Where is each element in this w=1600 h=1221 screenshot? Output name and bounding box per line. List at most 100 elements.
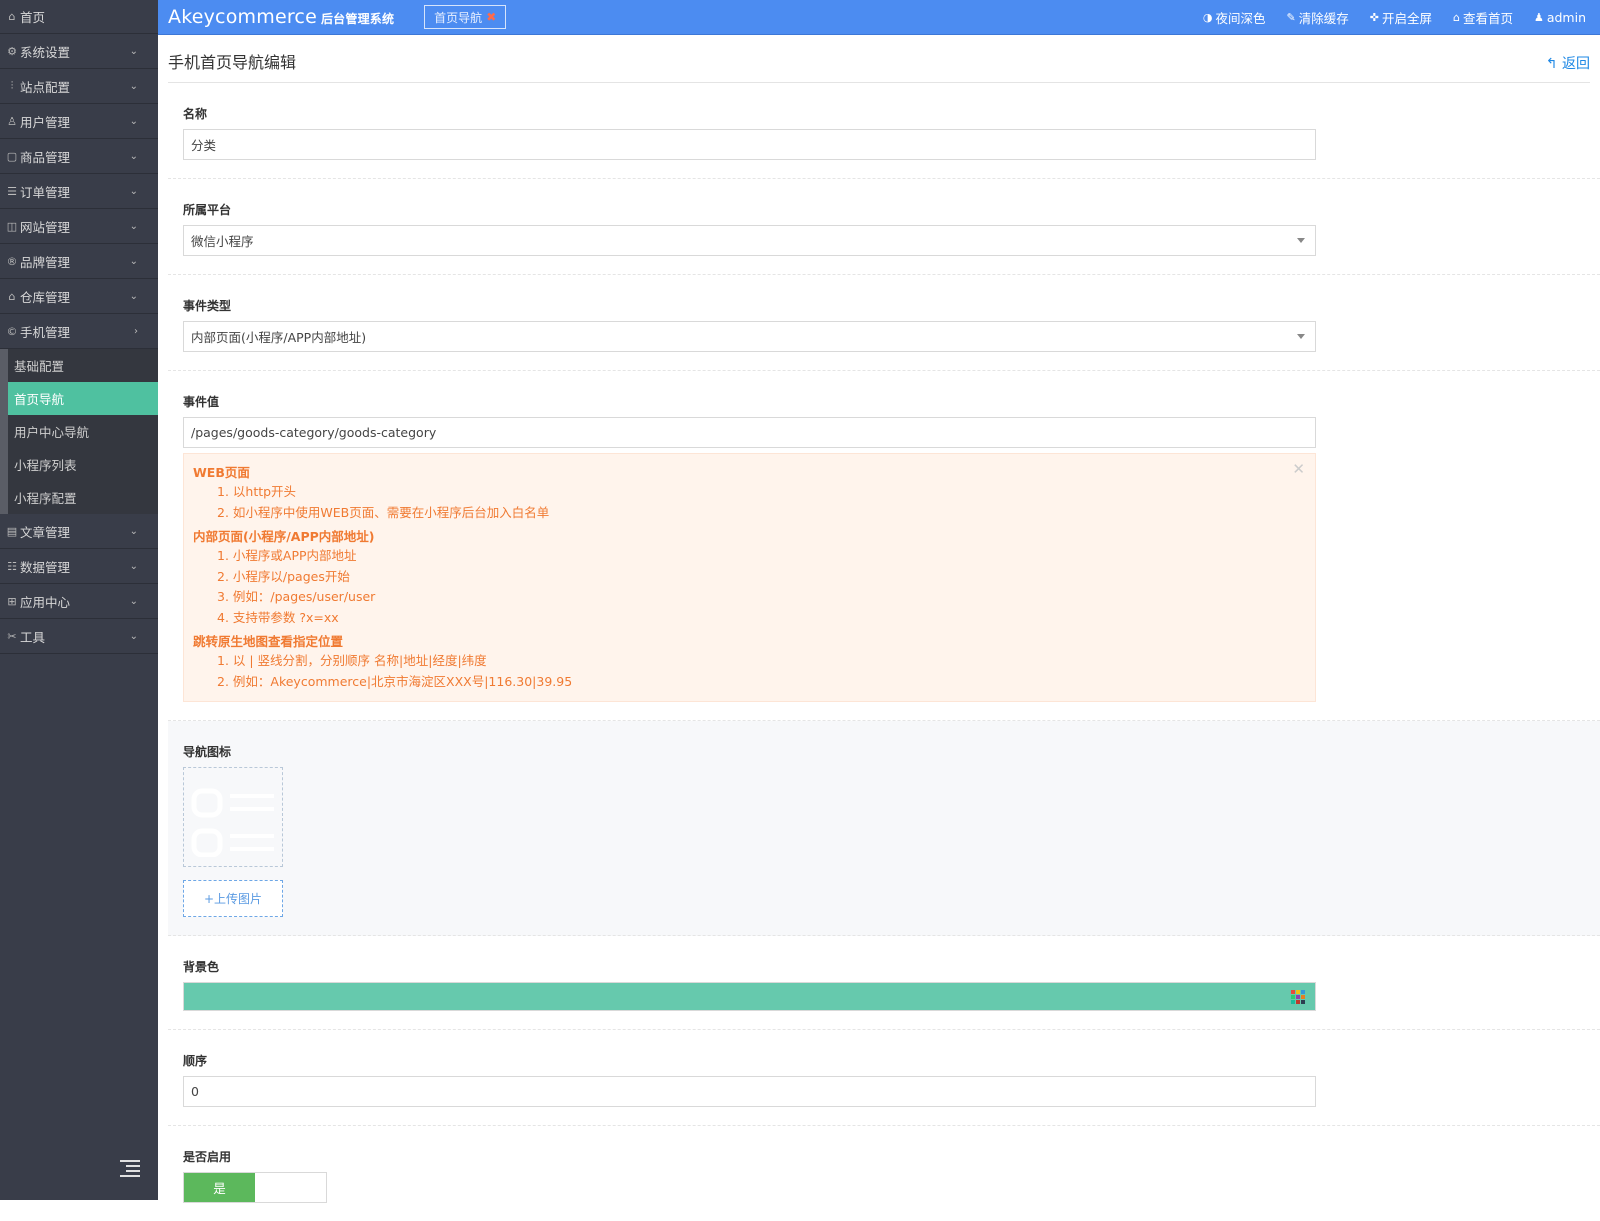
tab-home-nav[interactable]: 首页导航 ✖ xyxy=(424,5,507,29)
sidebar-item-articles[interactable]: ▤ 文章管理 ⌄ xyxy=(0,514,158,549)
submenu-item-user-center-nav[interactable]: 用户中心导航 xyxy=(8,415,158,448)
chevron-down-icon: ⌄ xyxy=(129,45,138,57)
article-icon: ▤ xyxy=(6,524,18,538)
sort-label: 顺序 xyxy=(183,1054,208,1068)
form-row-enabled: 是否启用 是 xyxy=(168,1126,1600,1221)
submenu-item-basic-config[interactable]: 基础配置 xyxy=(8,349,158,382)
nav-icon-preview xyxy=(183,767,283,867)
expand-icon: ✜ xyxy=(1369,10,1379,24)
chevron-down-icon: ⌄ xyxy=(129,595,138,607)
sidebar-item-system-settings[interactable]: ⚙ 系统设置 ⌄ xyxy=(0,34,158,69)
platform-select[interactable]: 微信小程序 xyxy=(183,225,1316,256)
sidebar-item-apps[interactable]: ⊞ 应用中心 ⌄ xyxy=(0,584,158,619)
tip-line: 3. 例如：/pages/user/user xyxy=(217,589,376,604)
user-menu[interactable]: ♟ admin xyxy=(1534,10,1586,25)
tip-web-title: WEB页面 xyxy=(193,465,250,480)
fullscreen-button[interactable]: ✜ 开启全屏 xyxy=(1370,8,1432,27)
chevron-down-icon: ⌄ xyxy=(129,255,138,267)
form-row-sort: 顺序 0 xyxy=(168,1030,1600,1126)
clear-cache-button[interactable]: ✎ 清除缓存 xyxy=(1286,8,1348,27)
collapse-sidebar-icon[interactable] xyxy=(120,1160,140,1177)
event-type-label: 事件类型 xyxy=(183,299,232,313)
submenu-item-home-nav[interactable]: 首页导航 xyxy=(8,382,158,415)
chevron-right-icon: › xyxy=(134,325,138,337)
sidebar-item-tools[interactable]: ✂ 工具 ⌄ xyxy=(0,619,158,654)
sidebar-item-mobile[interactable]: © 手机管理 › xyxy=(0,314,158,349)
sidebar-item-label: 仓库管理 xyxy=(20,289,71,305)
sidebar-item-label: 文章管理 xyxy=(20,524,71,540)
brand-name: Akeycommerce xyxy=(168,6,317,28)
sidebar-item-orders[interactable]: ☰ 订单管理 ⌄ xyxy=(0,174,158,209)
caret-down-icon xyxy=(1297,238,1305,243)
user-icon: ♟ xyxy=(1533,10,1544,24)
view-home-button[interactable]: ⌂ 查看首页 xyxy=(1453,8,1513,27)
chevron-down-icon: ⌄ xyxy=(129,115,138,127)
sidebar-item-label: 系统设置 xyxy=(20,44,71,60)
sidebar-item-label: 品牌管理 xyxy=(20,254,71,270)
palette-icon[interactable] xyxy=(1291,990,1305,1004)
enabled-label: 是否启用 xyxy=(183,1150,232,1164)
clear-cache-label: 清除缓存 xyxy=(1298,10,1349,26)
name-input[interactable]: 分类 xyxy=(183,129,1316,160)
sidebar-item-label: 用户管理 xyxy=(20,114,71,130)
bag-icon: ▢ xyxy=(6,149,18,163)
name-label: 名称 xyxy=(183,107,208,121)
sidebar-item-brands[interactable]: ® 品牌管理 ⌄ xyxy=(0,244,158,279)
sidebar-item-goods[interactable]: ▢ 商品管理 ⌄ xyxy=(0,139,158,174)
tip-line: 2. 如小程序中使用WEB页面、需要在小程序后台加入白名单 xyxy=(217,504,550,520)
chevron-down-icon: ⌄ xyxy=(129,220,138,232)
form-row-platform: 所属平台 微信小程序 xyxy=(168,179,1600,275)
tip-inner-title: 内部页面(小程序/APP内部地址) xyxy=(193,529,375,544)
sidebar-item-website[interactable]: ◫ 网站管理 ⌄ xyxy=(0,209,158,244)
sidebar-item-data[interactable]: ☷ 数据管理 ⌄ xyxy=(0,549,158,584)
sort-input[interactable]: 0 xyxy=(183,1076,1316,1107)
sidebar: ⌂ 首页 ⚙ 系统设置 ⌄ ⫶ 站点配置 ⌄ ♙ 用户管理 ⌄ ▢ 商品管理 ⌄… xyxy=(0,0,158,1200)
form-row-nav-icon: 导航图标 +上传图片 xyxy=(168,721,1600,936)
sidebar-item-site-config[interactable]: ⫶ 站点配置 ⌄ xyxy=(0,69,158,104)
event-value-tips: ✕ WEB页面 1. 以http开头 2. 如小程序中使用WEB页面、需要在小程… xyxy=(183,453,1316,702)
tip-line: 4. 支持带参数 ?x=xx xyxy=(217,609,339,625)
night-mode-button[interactable]: ◑ 夜间深色 xyxy=(1203,8,1266,27)
toggle-on-label: 是 xyxy=(184,1173,255,1202)
web-icon: ◫ xyxy=(6,219,18,233)
enabled-toggle[interactable]: 是 xyxy=(183,1172,327,1203)
category-list-icon xyxy=(191,788,274,857)
bg-color-picker[interactable] xyxy=(183,982,1316,1011)
chevron-down-icon: ⌄ xyxy=(129,560,138,572)
sidebar-item-warehouse[interactable]: ⌂ 仓库管理 ⌄ xyxy=(0,279,158,314)
chevron-down-icon: ⌄ xyxy=(129,290,138,302)
submenu-item-miniprogram-config[interactable]: 小程序配置 xyxy=(8,481,158,514)
close-icon[interactable]: ✖ xyxy=(486,10,496,24)
mobile-icon: © xyxy=(6,324,18,338)
view-home-label: 查看首页 xyxy=(1462,10,1513,26)
form-row-event-value: 事件值 /pages/goods-category/goods-category… xyxy=(168,371,1600,721)
event-value-input[interactable]: /pages/goods-category/goods-category xyxy=(183,417,1316,448)
tip-line: 1. 小程序或APP内部地址 xyxy=(217,548,357,563)
bg-color-label: 背景色 xyxy=(183,960,220,974)
header-actions: ◑ 夜间深色 ✎ 清除缓存 ✜ 开启全屏 ⌂ 查看首页 ♟ admin xyxy=(1203,8,1600,27)
sidebar-item-label: 首页 xyxy=(20,10,46,25)
back-button[interactable]: ↰ 返回 xyxy=(1546,45,1590,73)
list-icon: ☰ xyxy=(7,184,17,198)
main-content: 手机首页导航编辑 ↰ 返回 名称 分类 所属平台 微信小程序 事件类型 内部页面… xyxy=(158,35,1600,1203)
fullscreen-label: 开启全屏 xyxy=(1381,10,1432,26)
upload-image-button[interactable]: +上传图片 xyxy=(183,880,283,917)
registered-icon: ® xyxy=(6,254,18,268)
username: admin xyxy=(1546,9,1586,25)
submenu-item-miniprogram-list[interactable]: 小程序列表 xyxy=(8,448,158,481)
home-icon: ⌂ xyxy=(8,10,16,23)
submenu-mobile: 基础配置 首页导航 用户中心导航 小程序列表 小程序配置 xyxy=(0,349,158,514)
home-icon: ⌂ xyxy=(1452,10,1460,24)
sidebar-item-label: 订单管理 xyxy=(20,184,71,200)
page-header: 手机首页导航编辑 ↰ 返回 xyxy=(168,35,1590,83)
tip-line: 2. 例如：Akeycommerce|北京市海淀区XXX号|116.30|39.… xyxy=(217,673,573,689)
event-type-select[interactable]: 内部页面(小程序/APP内部地址) xyxy=(183,321,1316,352)
sidebar-item-users[interactable]: ♙ 用户管理 ⌄ xyxy=(0,104,158,139)
close-icon[interactable]: ✕ xyxy=(1292,460,1305,478)
sidebar-item-label: 手机管理 xyxy=(20,324,71,340)
caret-down-icon xyxy=(1297,334,1305,339)
sidebar-item-home[interactable]: ⌂ 首页 xyxy=(0,0,158,34)
reply-icon: ↰ xyxy=(1545,55,1558,72)
sidebar-item-label: 站点配置 xyxy=(20,79,71,95)
page-title: 手机首页导航编辑 xyxy=(168,52,297,72)
